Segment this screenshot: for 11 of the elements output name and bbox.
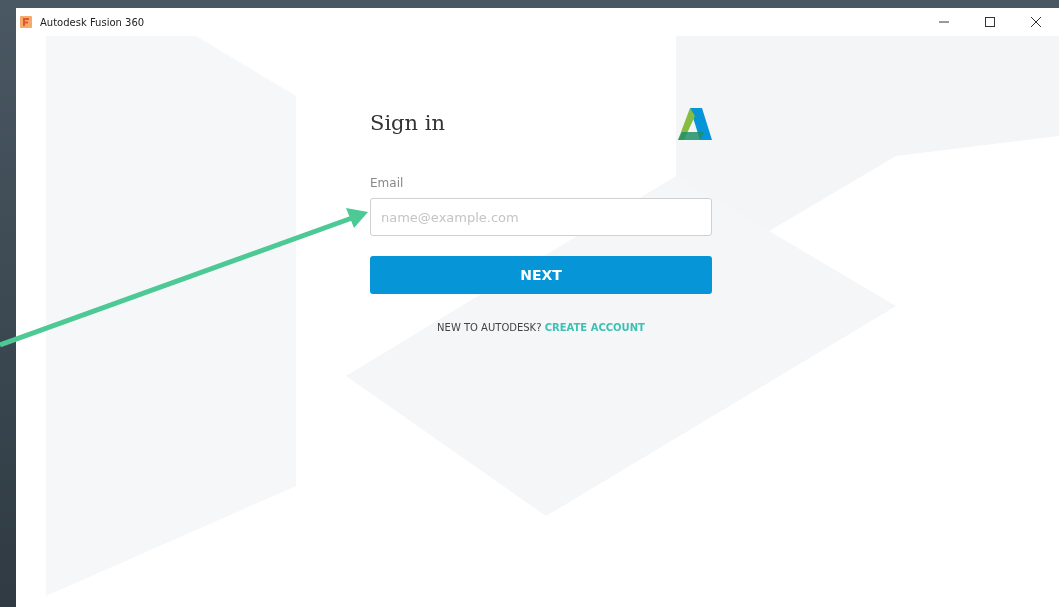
logo-icon [678,108,712,140]
window-title: Autodesk Fusion 360 [40,15,145,30]
maximize-icon [985,17,995,27]
sign-in-heading: Sign in [370,111,445,137]
email-label: Email [370,175,405,192]
app-logo-icon [20,16,32,28]
signup-prompt: NEW TO AUTODESK? [437,322,542,333]
next-button[interactable]: NEXT [370,256,712,294]
close-icon [1031,17,1041,27]
email-field[interactable]: name@example.com [370,198,712,236]
create-account-link[interactable]: CREATE ACCOUNT [544,322,645,333]
